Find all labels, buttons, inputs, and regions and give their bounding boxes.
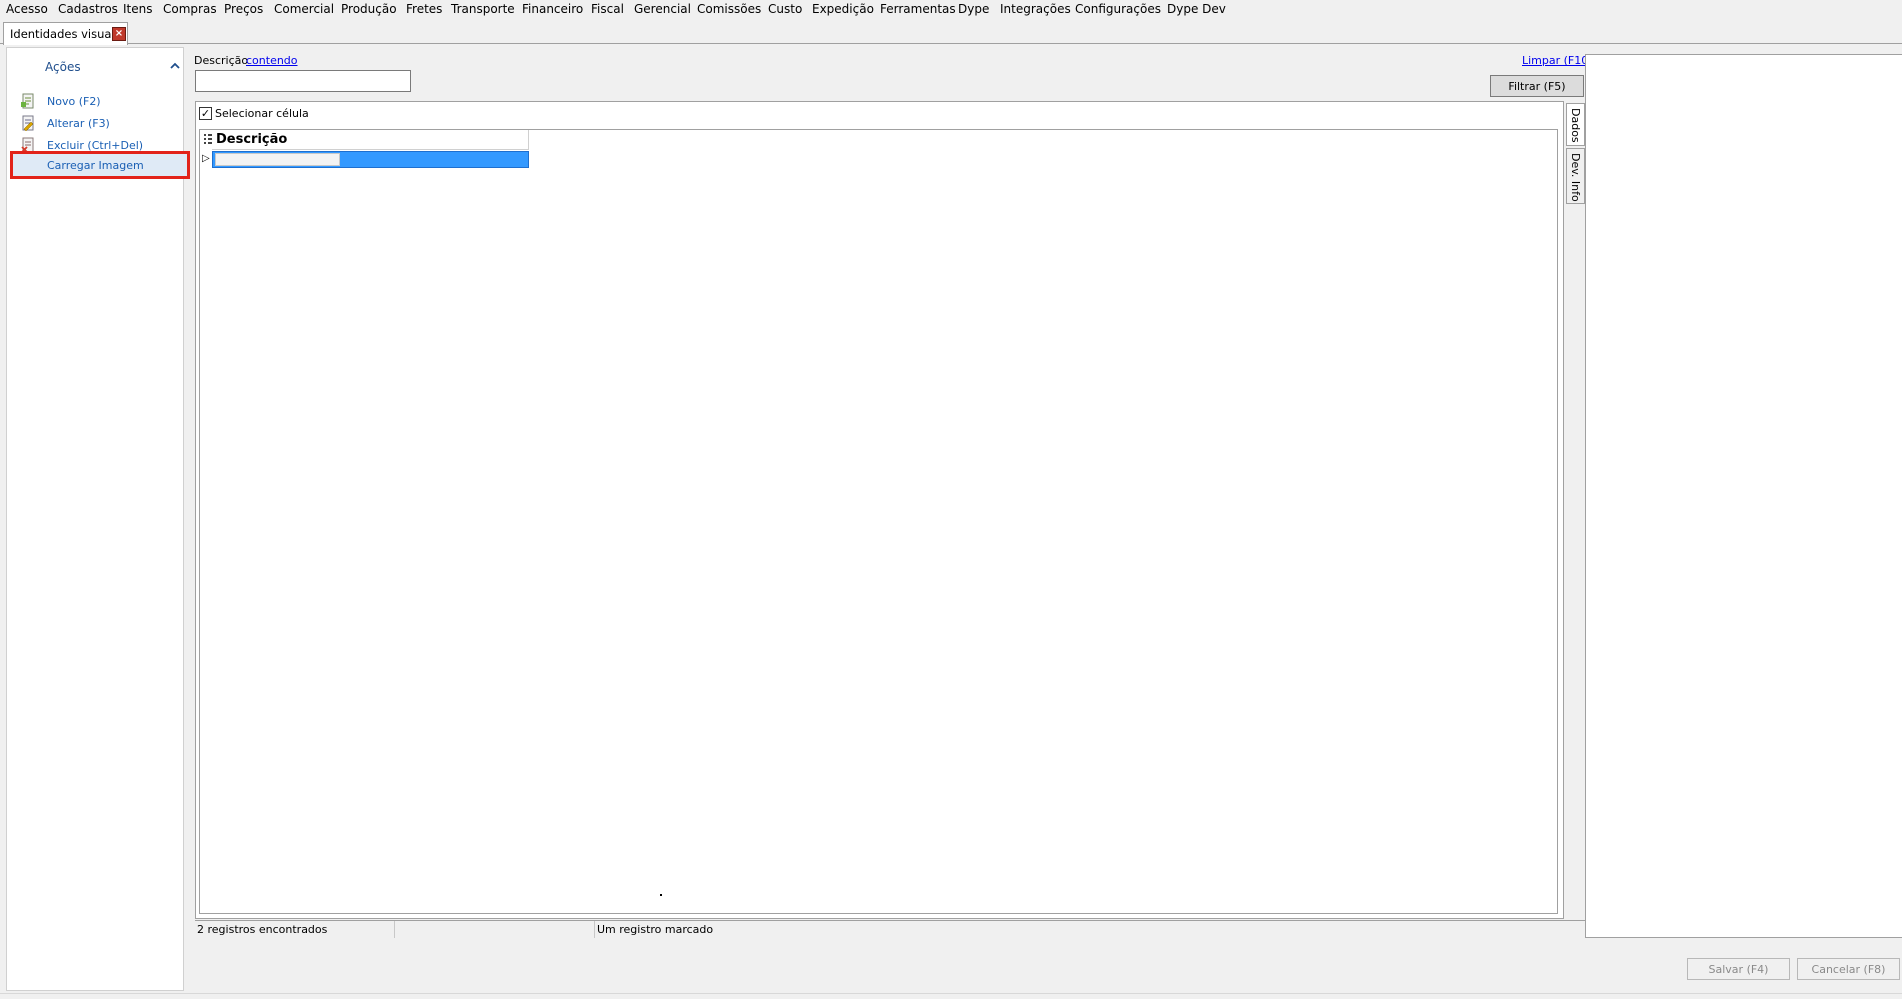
new-document-icon [21, 93, 34, 109]
status-bar: 2 registros encontrados Um registro marc… [195, 920, 1585, 938]
menu-expedicao[interactable]: Expedição [812, 2, 874, 16]
menu-comercial[interactable]: Comercial [274, 2, 334, 16]
action-alterar[interactable]: Alterar (F3) [13, 113, 185, 133]
column-header-descricao[interactable]: Descrição [212, 130, 529, 150]
chevron-up-icon[interactable] [169, 60, 181, 72]
clear-filter-link[interactable]: Limpar (F10) [1522, 54, 1593, 67]
menu-bar: Acesso Cadastros Itens Compras Preços Co… [0, 0, 1902, 20]
cancel-button[interactable]: Cancelar (F8) [1797, 958, 1900, 980]
menu-acesso[interactable]: Acesso [6, 2, 48, 16]
action-novo-label: Novo (F2) [47, 95, 101, 108]
column-header-label: Descrição [216, 132, 288, 147]
tab-identidades-visuais[interactable]: Identidades visuais × [3, 22, 128, 45]
menu-integracoes[interactable]: Integrações [1000, 2, 1071, 16]
menu-dype[interactable]: Dype [958, 2, 989, 16]
menu-fretes[interactable]: Fretes [406, 2, 442, 16]
menu-itens[interactable]: Itens [123, 2, 152, 16]
menu-financeiro[interactable]: Financeiro [522, 2, 583, 16]
grid-artifact-dot [660, 894, 662, 896]
status-marked: Um registro marcado [597, 923, 714, 936]
menu-compras[interactable]: Compras [163, 2, 217, 16]
select-cell-label: Selecionar célula [215, 107, 309, 120]
menu-cadastros[interactable]: Cadastros [58, 2, 118, 16]
edit-document-icon [22, 115, 34, 131]
action-carregar-imagem[interactable]: Carregar Imagem [10, 151, 190, 179]
menu-custo[interactable]: Custo [768, 2, 802, 16]
action-carregar-imagem-label: Carregar Imagem [47, 159, 144, 172]
side-tab-dev-info[interactable]: Dev. Info [1566, 148, 1585, 204]
bottom-strip [0, 993, 1902, 999]
filter-field-label: Descrição [194, 54, 249, 67]
side-tab-dados-label: Dados [1569, 108, 1582, 143]
tab-label: Identidades visuais [10, 27, 121, 41]
menu-ferramentas[interactable]: Ferramentas [880, 2, 956, 16]
menu-transporte[interactable]: Transporte [451, 2, 515, 16]
menu-dype-dev[interactable]: Dype Dev [1167, 2, 1226, 16]
row-indicator-icon: ▷ [202, 153, 210, 164]
side-tab-dados[interactable]: Dados [1566, 103, 1585, 146]
filter-button[interactable]: Filtrar (F5) [1490, 75, 1584, 97]
close-icon[interactable]: × [112, 27, 126, 41]
cell-editor[interactable] [215, 153, 340, 166]
menu-configuracoes[interactable]: Configurações [1075, 2, 1161, 16]
save-button[interactable]: Salvar (F4) [1687, 958, 1790, 980]
action-novo[interactable]: Novo (F2) [13, 91, 185, 111]
menu-producao[interactable]: Produção [341, 2, 397, 16]
action-alterar-label: Alterar (F3) [47, 117, 110, 130]
data-grid[interactable] [199, 129, 1558, 914]
description-filter-input[interactable] [195, 70, 411, 92]
filter-mode-link[interactable]: contendo [246, 54, 298, 67]
menu-comissoes[interactable]: Comissões [697, 2, 761, 16]
tab-strip: Identidades visuais × [0, 20, 1902, 45]
menu-precos[interactable]: Preços [224, 2, 263, 16]
menu-fiscal[interactable]: Fiscal [591, 2, 624, 16]
actions-header[interactable]: Ações [15, 56, 180, 78]
table-row[interactable] [212, 151, 529, 168]
status-middle [395, 921, 595, 938]
select-cell-checkbox[interactable]: ✓ [199, 107, 212, 120]
menu-gerencial[interactable]: Gerencial [634, 2, 691, 16]
status-records-found: 2 registros encontrados [195, 921, 395, 938]
side-tab-dev-info-label: Dev. Info [1569, 153, 1582, 202]
actions-title: Ações [45, 60, 81, 74]
right-detail-panel [1585, 54, 1902, 938]
actions-panel: Ações Novo (F2) Alterar (F3) Excluir (Ct… [6, 47, 190, 991]
